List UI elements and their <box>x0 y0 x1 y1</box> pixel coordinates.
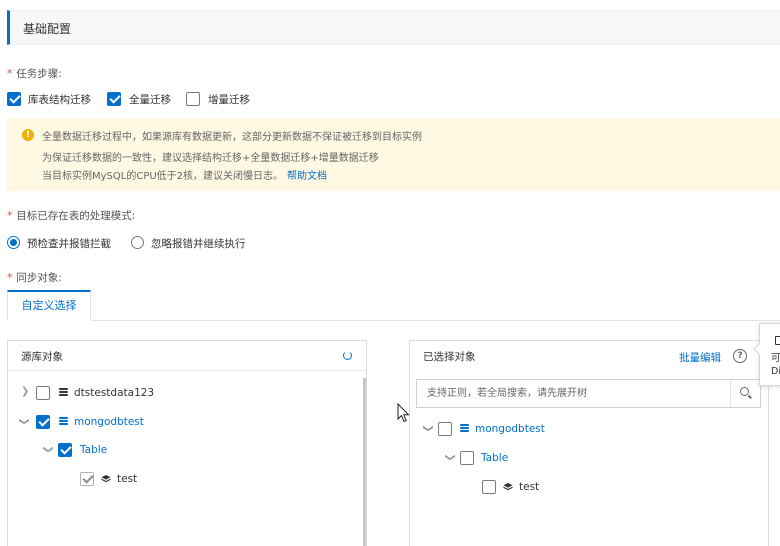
database-icon <box>460 424 469 434</box>
task-steps-label: * 任务步骤: <box>7 68 62 80</box>
help-tooltip: 可 Di <box>753 323 780 386</box>
source-panel-title: 源库对象 <box>21 351 63 363</box>
collection-icon <box>503 483 513 491</box>
full-migration-label: 全量迁移 <box>129 94 171 106</box>
schema-migration-checkbox[interactable] <box>7 92 21 106</box>
help-icon[interactable]: ? <box>733 349 747 363</box>
warning-notice: ! 全量数据迁移过程中，如果源库有数据更新，这部分更新数据不保证被迁移到目标实例… <box>7 118 780 191</box>
chevron-right-icon[interactable]: ❯ <box>21 386 29 397</box>
chevron-down-icon[interactable]: ❯ <box>19 417 30 425</box>
help-doc-link[interactable]: 帮助文档 <box>287 171 327 182</box>
refresh-icon[interactable] <box>343 351 352 360</box>
mouse-cursor-icon <box>397 403 410 423</box>
tab-custom-selection[interactable]: 自定义选择 <box>7 290 91 321</box>
selected-panel-title: 已选择对象 <box>423 351 476 363</box>
database-icon <box>59 388 68 398</box>
ignore-errors-radio[interactable] <box>131 236 144 249</box>
selected-node-mongodbtest[interactable]: mongodbtest <box>475 423 545 435</box>
scrollbar[interactable] <box>363 378 366 546</box>
source-panel-header: 源库对象 <box>8 341 366 371</box>
section-header: 基础配置 <box>7 10 780 45</box>
search-input[interactable] <box>417 380 727 407</box>
section-title: 基础配置 <box>23 22 72 36</box>
selected-node-table[interactable]: Table <box>481 452 508 464</box>
incremental-migration-checkbox[interactable] <box>186 92 200 106</box>
tree-node-test[interactable]: test <box>117 473 137 485</box>
collection-icon <box>101 475 111 483</box>
selected-objects-panel: 已选择对象 <box>409 340 769 546</box>
search-button[interactable] <box>730 380 760 407</box>
incremental-migration-label: 增量迁移 <box>208 94 250 106</box>
full-migration-checkbox[interactable] <box>107 92 121 106</box>
tabs-divider <box>7 320 780 321</box>
ignore-errors-label: 忽略报错并继续执行 <box>151 238 246 250</box>
document-icon <box>775 336 780 345</box>
warning-icon: ! <box>22 129 34 141</box>
chevron-down-icon[interactable]: ❯ <box>445 453 456 461</box>
selected-checkbox-mongodbtest[interactable] <box>438 422 452 436</box>
tree-checkbox-mongodbtest[interactable] <box>36 415 50 429</box>
tree-checkbox-test[interactable] <box>80 472 94 486</box>
precheck-label: 预检查并报错拦截 <box>27 238 111 250</box>
sync-objects-label: * 同步对象: <box>7 272 62 284</box>
tree-node-mongodbtest[interactable]: mongodbtest <box>74 416 144 428</box>
conflict-mode-label: * 目标已存在表的处理模式: <box>7 210 136 222</box>
notice-line-1: 全量数据迁移过程中，如果源库有数据更新，这部分更新数据不保证被迁移到目标实例 <box>42 132 422 143</box>
tooltip-line-2: Di <box>771 366 780 377</box>
search-box <box>416 379 761 408</box>
chevron-down-icon[interactable]: ❯ <box>43 445 54 453</box>
schema-migration-label: 库表结构迁移 <box>28 94 91 106</box>
batch-edit-link[interactable]: 批量编辑 <box>679 350 721 365</box>
chevron-down-icon[interactable]: ❯ <box>423 424 434 432</box>
tooltip-line-1: 可 <box>771 353 780 364</box>
tree-node-table[interactable]: Table <box>80 444 107 456</box>
tree-node-dtstestdata123[interactable]: dtstestdata123 <box>74 387 154 399</box>
notice-line-2: 为保证迁移数据的一致性，建议选择结构迁移+全量数据迁移+增量数据迁移 <box>42 153 379 164</box>
precheck-radio[interactable] <box>7 236 20 249</box>
tree-checkbox-table[interactable] <box>58 443 72 457</box>
tree-checkbox-dtstestdata123[interactable] <box>36 386 50 400</box>
selected-checkbox-table[interactable] <box>460 451 474 465</box>
database-icon <box>59 417 68 427</box>
selected-node-test[interactable]: test <box>519 481 539 493</box>
notice-line-3: 当目标实例MySQL的CPU低于2核，建议关闭慢日志。 帮助文档 <box>42 171 328 182</box>
selected-checkbox-test[interactable] <box>482 480 496 494</box>
